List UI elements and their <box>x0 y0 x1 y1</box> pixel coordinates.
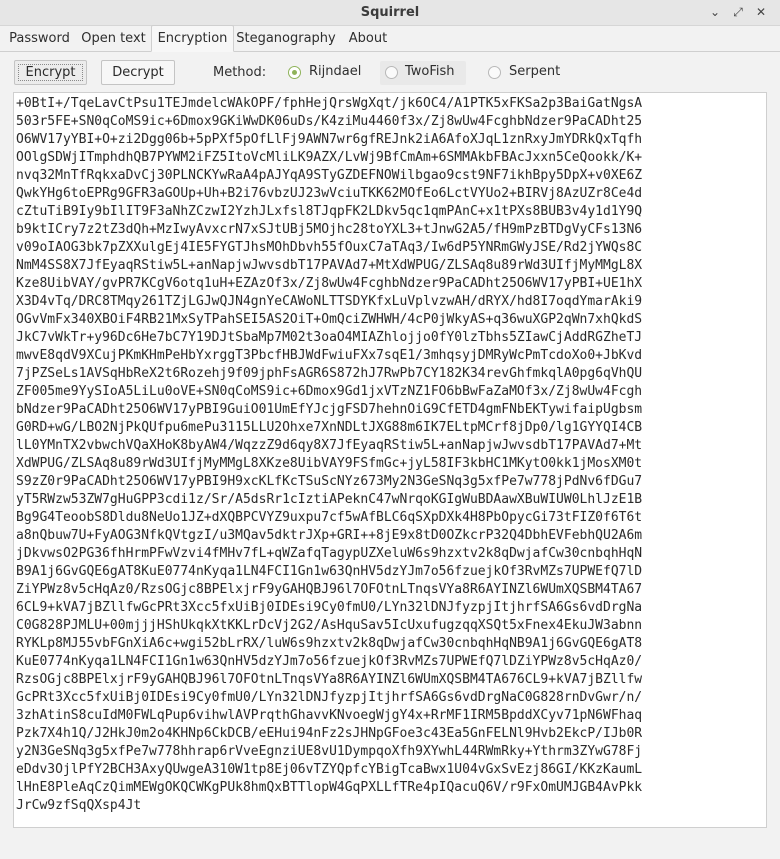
ciphertext-line: OGvVmFx340XBOiF4RB21MxSyTPahSEI5AS2OiT+O… <box>16 312 643 327</box>
ciphertext-line: mwvE8qdV9XCujPKmKHmPeHbYxrggT3PbcfHBJWdF… <box>16 348 643 363</box>
ciphertext-line: X3D4vTq/DRC8TMqy261TZjLGJwQJN4gnYeCAWoNL… <box>16 294 643 309</box>
ciphertext-line: B9A1j6GvGQE6gAT8KuE0774nKyqa1LN4FCI1Gn1w… <box>16 564 643 579</box>
ciphertext-line: S9zZ0r9PaCADht25O6WV17yPBI9H9xcKLfKcTSuS… <box>16 474 643 489</box>
ciphertext-line: RYKLp8MJ55vbFGnXiA6c+wgi52bLrRX/luW6s9hz… <box>16 636 643 651</box>
ciphertext-line: nvq32MnTfRqkxaDvCj30PLNCKYwRaA4pAJYqA9ST… <box>16 168 643 183</box>
title-bar: Squirrel ⌄ ⤢ ✕ <box>0 0 780 26</box>
ciphertext-line: eDdv3OjlPfY2BCH3AxyQUwgeA310W1tp8Ej06vTZ… <box>16 762 643 777</box>
ciphertext-line: +0BtI+/TqeLavCtPsu1TEJmdelcWAkOPF/fphHej… <box>16 96 643 111</box>
ciphertext-line: JkC7vWkTr+y96Dc6He7bC7Y19DJtSbaMp7M02t3o… <box>16 330 643 345</box>
ciphertext-line: a8nQbuw7U+FyAOG3NfkQVtgzI/u3MQav5dktrJXp… <box>16 528 643 543</box>
ciphertext-line: G0RD+wG/LBO2NjPkQUfpu6mePu3115LLU2Ohxe7X… <box>16 420 643 435</box>
ciphertext-line: y2N3GeSNq3g5xfPe7w778hhrap6rVveEgnziUE8v… <box>16 744 643 759</box>
radio-rijndael[interactable] <box>288 66 301 79</box>
chevron-down-icon[interactable]: ⌄ <box>706 3 724 21</box>
ciphertext-line: Kze8UibVAY/gvPR7KCgV6otq1uH+EZAzOf3x/Zj8… <box>16 276 643 291</box>
tab-open-text[interactable]: Open text <box>76 26 151 51</box>
ciphertext-line: jDkvwsO2PG36fhHrmPFwVzvi4fMHv7fL+qWZafqT… <box>16 546 643 561</box>
tab-about[interactable]: About <box>339 26 397 51</box>
encrypt-button[interactable]: Encrypt <box>14 60 87 85</box>
decrypt-button[interactable]: Decrypt <box>101 60 175 85</box>
ciphertext-editor[interactable]: +0BtI+/TqeLavCtPsu1TEJmdelcWAkOPF/fphHej… <box>13 92 767 828</box>
ciphertext-line: C0G828PJMLU+00mjjjHShUkqkXtKKLrDcVj2G2/A… <box>16 618 643 633</box>
radio-twofish[interactable] <box>385 66 398 79</box>
ciphertext-line: v09oIAOG3bk7pZXXulgEj4IE5FYGTJhsMOhDbvh5… <box>16 240 643 255</box>
close-icon[interactable]: ✕ <box>752 3 770 21</box>
ciphertext-line: RzsOGjc8BPElxjrF9yGAHQBJ96l7OFOtnLTnqsVY… <box>16 672 643 687</box>
ciphertext-line: 3zhAtinS8cuIdM0FWLqPup6vihwlAVPrqthGhavv… <box>16 708 643 723</box>
focus-ring <box>18 64 83 81</box>
ciphertext-line: JrCw9zfSqQXsp4Jt <box>16 798 142 813</box>
tab-steganography[interactable]: Steganography <box>233 26 339 51</box>
window-title: Squirrel <box>360 5 420 20</box>
ciphertext-line: b9ktICry7z2tZ3dQh+MzIwyAvxcrN7xSJtUBj5MO… <box>16 222 643 237</box>
method-label: Method: <box>213 65 267 80</box>
ciphertext-line: ZiYPWz8v5cHqAz0/RzsOGjc8BPElxjrF9yGAHQBJ… <box>16 582 643 597</box>
ciphertext-line: O6WV17yYBI+O+zi2Dgg06b+5pPXf5pOfLlFj9AWN… <box>16 132 643 147</box>
ciphertext-line: lHnE8PleAqCzQimMEWgOKQCWKgPUk8hmQxBTTlop… <box>16 780 643 795</box>
ciphertext-content: +0BtI+/TqeLavCtPsu1TEJmdelcWAkOPF/fphHej… <box>16 95 764 815</box>
ciphertext-line: NmM4SS8X7JfEyaqRStiw5L+anNapjwJwvsdbT17P… <box>16 258 643 273</box>
restore-icon[interactable]: ⤢ <box>729 3 747 21</box>
ciphertext-line: ZF005me9YySIoA5LiLu0oVE+SN0qCoMS9ic+6Dmo… <box>16 384 643 399</box>
ciphertext-line: XdWPUG/ZLSAq8u89rWd3UIfjMyMMgL8XKze8UibV… <box>16 456 643 471</box>
ciphertext-line: bNdzer9PaCADht25O6WV17yPBI9GuiO01UmEfYJc… <box>16 402 643 417</box>
radio-serpent[interactable] <box>488 66 501 79</box>
radio-rijndael-label[interactable]: Rijndael <box>309 64 361 79</box>
tab-bar: Password Open text Encryption Steganogra… <box>0 25 780 52</box>
ciphertext-line: QwkYHg6toEPRg9GFR3aGOUp+Uh+B2i76vbzUJ23w… <box>16 186 643 201</box>
ciphertext-line: OOlgSDWjITmphdhQB7PYWM2iFZ5ItoVcMliLK9AZ… <box>16 150 643 165</box>
ciphertext-line: cZtuTiB9Iy9bIlIT9F3aNhZCzwI2YzhJLxfsl8TJ… <box>16 204 643 219</box>
ciphertext-line: 503r5FE+SN0qCoMS9ic+6Dmox9GKiWwDK06uDs/K… <box>16 114 643 129</box>
decrypt-button-label: Decrypt <box>112 65 164 80</box>
ciphertext-line: 7jPZSeLs1AVSqHbReX2t6Rozehj9f09jphFsAGR6… <box>16 366 643 381</box>
ciphertext-line: GcPRt3Xcc5fxUiBj0IDEsi9Cy0fmU0/LYn32lDNJ… <box>16 690 643 705</box>
radio-twofish-label[interactable]: TwoFish <box>405 64 455 79</box>
ciphertext-line: yT5RWzw53ZW7gHuGPP3cdi1z/Sr/A5dsRr1cIzti… <box>16 492 643 507</box>
radio-serpent-label[interactable]: Serpent <box>509 64 560 79</box>
tab-password[interactable]: Password <box>3 26 76 51</box>
tab-encryption[interactable]: Encryption <box>151 25 234 52</box>
ciphertext-line: lL0YMnTX2vbwchVQaXHoK8byAW4/WqzzZ9d6qy8X… <box>16 438 643 453</box>
ciphertext-line: KuE0774nKyqa1LN4FCI1Gn1w63QnHV5dzYJm7o56… <box>16 654 643 669</box>
ciphertext-line: Pzk7X4h1Q/J2HkJ0m2o4KHNp6CkDCB/eEHui94nF… <box>16 726 643 741</box>
ciphertext-line: Bg9G4TeoobS8Dldu8NeUo1JZ+dXQBPCVYZ9uxpu7… <box>16 510 643 525</box>
ciphertext-line: 6CL9+kVA7jBZllfwGcPRt3Xcc5fxUiBj0IDEsi9C… <box>16 600 643 615</box>
